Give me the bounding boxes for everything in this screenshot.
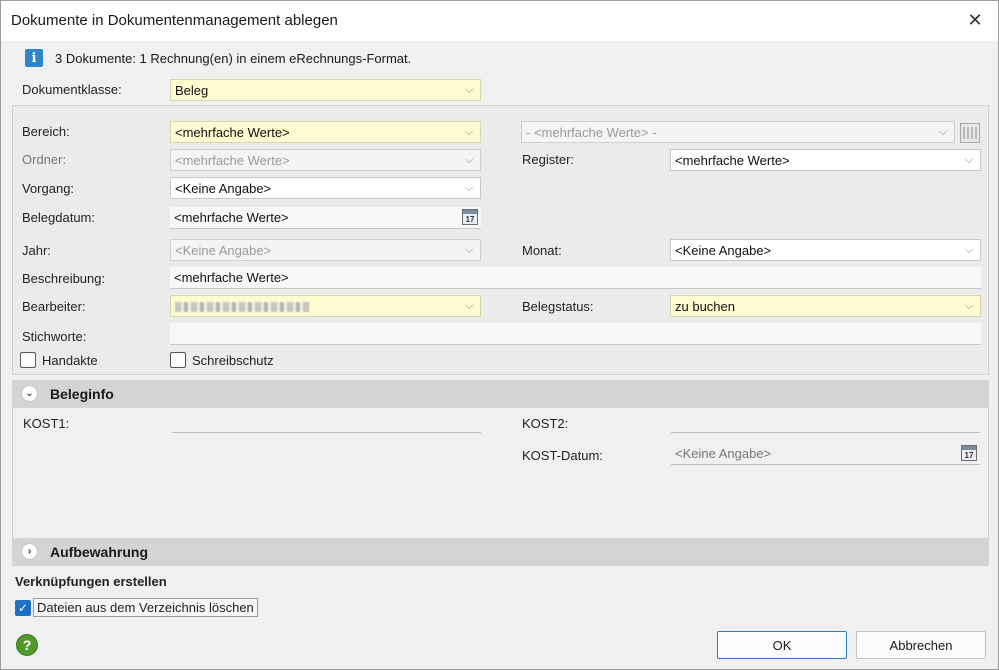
info-message: i 3 Dokumente: 1 Rechnung(en) in einem e…	[25, 49, 411, 67]
register-value: <mehrfache Werte>	[675, 153, 790, 168]
table-icon[interactable]	[960, 123, 980, 143]
chevron-down-icon: ⌵	[464, 299, 474, 312]
title-bar: Dokumente in Dokumentenmanagement ablege…	[1, 1, 998, 41]
kost-datum-field[interactable]: <Keine Angabe> 17	[671, 443, 980, 465]
window-title: Dokumente in Dokumentenmanagement ablege…	[11, 12, 338, 29]
beleginfo-section-header[interactable]: ⌄ Beleginfo	[12, 380, 989, 408]
calendar-icon[interactable]: 17	[961, 445, 977, 461]
bereich-detail-value: - <mehrfache Werte> -	[526, 125, 657, 140]
dateien-loeschen-checkbox[interactable]: ✓	[15, 600, 31, 616]
monat-value: <Keine Angabe>	[675, 243, 772, 258]
bereich-label: Bereich:	[22, 124, 70, 139]
kost2-label: KOST2:	[522, 416, 569, 431]
vorgang-dropdown[interactable]: <Keine Angabe> ⌵	[170, 177, 481, 199]
aufbewahrung-section-header[interactable]: › Aufbewahrung	[12, 538, 989, 566]
chevron-down-icon: ⌵	[464, 243, 474, 256]
bereich-dropdown[interactable]: <mehrfache Werte> ⌵	[170, 121, 481, 143]
chevron-down-icon: ⌵	[964, 299, 974, 312]
stichworte-label: Stichworte:	[22, 329, 87, 344]
kost-datum-label: KOST-Datum:	[522, 448, 603, 463]
belegstatus-dropdown[interactable]: zu buchen ⌵	[670, 295, 981, 317]
stichworte-field[interactable]	[170, 323, 981, 345]
dokumentklasse-value: Beleg	[175, 83, 209, 98]
help-icon[interactable]: ?	[16, 634, 38, 656]
close-icon[interactable]: ✕	[952, 1, 998, 39]
jahr-dropdown: <Keine Angabe> ⌵	[170, 239, 481, 261]
dokumentklasse-label: Dokumentklasse:	[22, 82, 122, 97]
kost1-label: KOST1:	[23, 416, 70, 431]
chevron-down-icon: ⌵	[464, 125, 474, 138]
dateien-loeschen-label: Dateien aus dem Verzeichnis löschen	[33, 598, 258, 617]
beschreibung-label: Beschreibung:	[22, 271, 106, 286]
dialog-window: Dokumente in Dokumentenmanagement ablege…	[0, 0, 999, 670]
chevron-down-icon: ⌵	[464, 181, 474, 194]
handakte-label: Handakte	[42, 353, 98, 368]
chevron-expanded-icon: ⌄	[21, 385, 38, 402]
bereich-value: <mehrfache Werte>	[175, 125, 290, 140]
monat-label: Monat:	[522, 243, 562, 258]
schreibschutz-label: Schreibschutz	[192, 353, 274, 368]
belegdatum-value: <mehrfache Werte>	[174, 210, 289, 225]
chevron-down-icon: ⌵	[964, 153, 974, 166]
bearbeiter-dropdown[interactable]: ⌵	[170, 295, 481, 317]
ordner-dropdown: <mehrfache Werte> ⌵	[170, 149, 481, 171]
beschreibung-value: <mehrfache Werte>	[174, 270, 289, 285]
ok-button[interactable]: OK	[717, 631, 847, 659]
belegdatum-label: Belegdatum:	[22, 210, 95, 225]
ordner-value: <mehrfache Werte>	[175, 153, 290, 168]
handakte-checkbox[interactable]	[20, 352, 36, 368]
bereich-detail-dropdown: - <mehrfache Werte> - ⌵	[521, 121, 955, 143]
jahr-label: Jahr:	[22, 243, 51, 258]
info-icon: i	[25, 49, 43, 67]
schreibschutz-checkbox[interactable]	[170, 352, 186, 368]
beleginfo-title: Beleginfo	[50, 386, 114, 402]
chevron-down-icon: ⌵	[938, 125, 948, 138]
calendar-icon[interactable]: 17	[462, 209, 478, 225]
kost-datum-value: <Keine Angabe>	[675, 446, 772, 461]
verknuepfungen-heading: Verknüpfungen erstellen	[15, 574, 167, 589]
belegdatum-field[interactable]: <mehrfache Werte> 17	[170, 207, 481, 229]
chevron-down-icon: ⌵	[464, 153, 474, 166]
chevron-down-icon: ⌵	[464, 83, 474, 96]
chevron-down-icon: ⌵	[964, 243, 974, 256]
aufbewahrung-title: Aufbewahrung	[50, 544, 148, 560]
dokumentklasse-dropdown[interactable]: Beleg ⌵	[170, 79, 481, 101]
kost2-field[interactable]	[671, 411, 980, 433]
register-label: Register:	[522, 152, 575, 167]
belegstatus-value: zu buchen	[675, 299, 735, 314]
info-text: 3 Dokumente: 1 Rechnung(en) in einem eRe…	[55, 50, 412, 66]
register-dropdown[interactable]: <mehrfache Werte> ⌵	[670, 149, 981, 171]
jahr-value: <Keine Angabe>	[175, 243, 272, 258]
chevron-collapsed-icon: ›	[21, 543, 38, 560]
redacted-value	[175, 302, 310, 312]
monat-dropdown[interactable]: <Keine Angabe> ⌵	[670, 239, 981, 261]
vorgang-label: Vorgang:	[22, 181, 75, 196]
bearbeiter-label: Bearbeiter:	[22, 299, 86, 314]
beschreibung-field[interactable]: <mehrfache Werte>	[170, 267, 981, 289]
cancel-button[interactable]: Abbrechen	[856, 631, 986, 659]
vorgang-value: <Keine Angabe>	[175, 181, 272, 196]
check-icon: ✓	[17, 601, 29, 615]
ordner-label: Ordner:	[22, 152, 67, 167]
kost1-field[interactable]	[172, 411, 481, 433]
belegstatus-label: Belegstatus:	[522, 299, 594, 314]
